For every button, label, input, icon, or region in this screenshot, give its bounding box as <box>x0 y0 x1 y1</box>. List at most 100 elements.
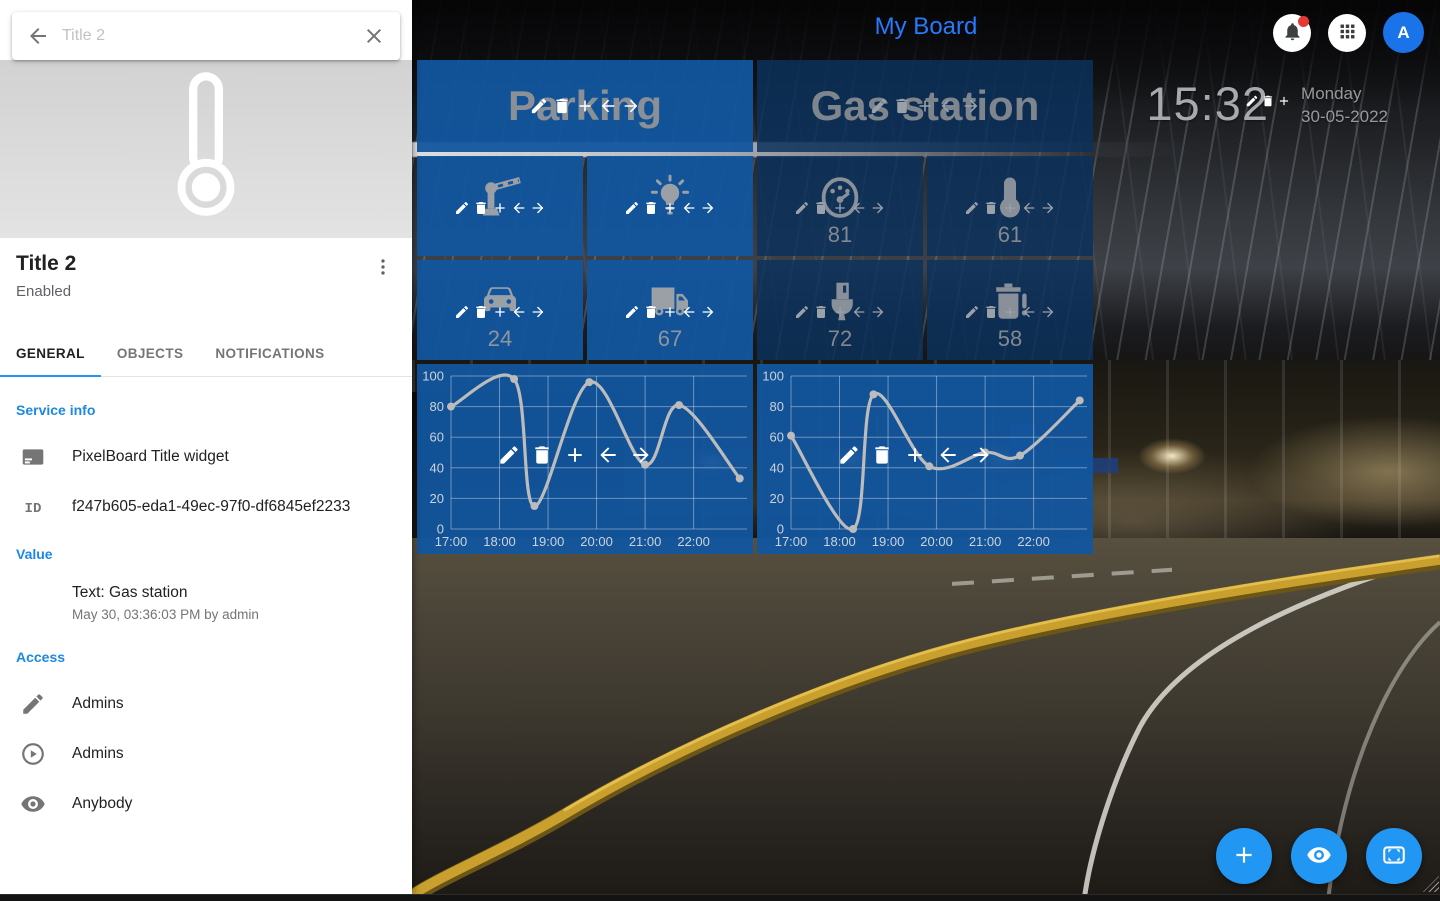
plus-icon[interactable] <box>492 200 508 216</box>
plus-icon[interactable] <box>903 444 926 467</box>
arrow-right-icon[interactable] <box>870 304 886 320</box>
arrow-right-icon[interactable] <box>530 304 546 320</box>
arrow-left-icon[interactable] <box>851 200 867 216</box>
trash-icon[interactable] <box>473 304 489 320</box>
hero-thermometer-icon <box>151 69 261 230</box>
arrow-right-icon[interactable] <box>700 304 716 320</box>
widget-status: Enabled <box>16 283 76 300</box>
plus-icon[interactable] <box>832 200 848 216</box>
pencil-icon[interactable] <box>1245 94 1259 108</box>
pencil-icon[interactable] <box>837 444 860 467</box>
title-tile-parking[interactable]: Parking <box>417 60 753 152</box>
arrow-left-icon[interactable] <box>599 97 618 116</box>
trash-icon[interactable] <box>813 200 829 216</box>
widget-tile-thermometer[interactable]: 61 <box>927 156 1093 256</box>
tab-general[interactable]: GENERAL <box>0 330 101 376</box>
widget-title: Title 2 <box>16 252 76 276</box>
close-icon[interactable] <box>362 24 386 48</box>
back-arrow-icon[interactable] <box>26 24 50 48</box>
pencil-icon[interactable] <box>870 97 889 116</box>
plus-icon[interactable] <box>576 97 595 116</box>
plus-icon[interactable] <box>916 97 935 116</box>
title-input[interactable] <box>62 27 350 45</box>
board-title[interactable]: My Board <box>875 13 978 41</box>
svg-text:20:00: 20:00 <box>920 534 953 549</box>
trash-icon[interactable] <box>983 200 999 216</box>
arrow-left-icon[interactable] <box>1021 200 1037 216</box>
trash-icon[interactable] <box>553 97 572 116</box>
plus-icon[interactable] <box>662 200 678 216</box>
arrow-left-icon[interactable] <box>936 444 959 467</box>
widget-tile-waste[interactable]: 58 <box>927 260 1093 360</box>
title-search-bar <box>12 12 400 60</box>
arrow-left-icon[interactable] <box>851 304 867 320</box>
arrow-right-icon[interactable] <box>530 200 546 216</box>
arrow-right-icon[interactable] <box>969 444 992 467</box>
preview-button[interactable] <box>1291 828 1347 884</box>
widget-tile-light[interactable] <box>587 156 753 256</box>
plus-icon[interactable] <box>832 304 848 320</box>
arrow-right-icon[interactable] <box>870 200 886 216</box>
trash-icon[interactable] <box>643 304 659 320</box>
plus-icon[interactable] <box>1277 94 1291 108</box>
more-menu-icon[interactable] <box>372 256 396 280</box>
fit-screen-button[interactable] <box>1366 828 1422 884</box>
trash-icon[interactable] <box>893 97 912 116</box>
avatar[interactable]: A <box>1383 12 1424 53</box>
widget-tile-truck[interactable]: 67 <box>587 260 753 360</box>
arrow-left-icon[interactable] <box>511 304 527 320</box>
trash-icon[interactable] <box>1261 94 1275 108</box>
arrow-right-icon[interactable] <box>962 97 981 116</box>
arrow-left-icon[interactable] <box>1021 304 1037 320</box>
pencil-icon[interactable] <box>530 97 549 116</box>
trash-icon[interactable] <box>473 200 489 216</box>
pencil-icon[interactable] <box>624 304 640 320</box>
arrow-left-icon[interactable] <box>596 444 619 467</box>
tile-controls <box>794 304 886 320</box>
arrow-left-icon[interactable] <box>681 304 697 320</box>
add-widget-button[interactable] <box>1216 828 1272 884</box>
trash-icon[interactable] <box>983 304 999 320</box>
trash-icon[interactable] <box>813 304 829 320</box>
trash-icon[interactable] <box>530 444 553 467</box>
tile-controls <box>454 304 546 320</box>
chart-tile-1[interactable]: 17:0018:0019:0020:0021:0022:000204060801… <box>417 364 753 554</box>
tile-controls <box>624 304 716 320</box>
pencil-icon[interactable] <box>794 304 810 320</box>
title-tile-gas-station[interactable]: Gas station <box>757 60 1093 152</box>
pencil-icon[interactable] <box>624 200 640 216</box>
arrow-left-icon[interactable] <box>511 200 527 216</box>
widget-tile-gauge[interactable]: 81 <box>757 156 923 256</box>
pencil-icon[interactable] <box>964 304 980 320</box>
trash-icon[interactable] <box>643 200 659 216</box>
plus-icon[interactable] <box>1002 304 1018 320</box>
notifications-button[interactable] <box>1273 14 1311 52</box>
svg-text:20: 20 <box>430 491 444 506</box>
pencil-icon[interactable] <box>454 304 470 320</box>
clock-widget[interactable]: 15:32 Monday 30-05-2022 <box>1146 80 1388 129</box>
pencil-icon[interactable] <box>454 200 470 216</box>
trash-icon[interactable] <box>870 444 893 467</box>
widget-tile-car[interactable]: 24 <box>417 260 583 360</box>
widget-tile-barrier[interactable] <box>417 156 583 256</box>
widget-tile-toilet[interactable]: 72 <box>757 260 923 360</box>
board-header: My Board A <box>412 0 1440 64</box>
plus-icon[interactable] <box>662 304 678 320</box>
pencil-icon[interactable] <box>497 444 520 467</box>
plus-icon[interactable] <box>492 304 508 320</box>
apps-button[interactable] <box>1328 14 1366 52</box>
tab-notifications[interactable]: NOTIFICATIONS <box>199 330 340 376</box>
chart-tile-2[interactable]: 17:0018:0019:0020:0021:0022:000204060801… <box>757 364 1093 554</box>
arrow-right-icon[interactable] <box>700 200 716 216</box>
pencil-icon[interactable] <box>794 200 810 216</box>
arrow-right-icon[interactable] <box>629 444 652 467</box>
plus-icon[interactable] <box>563 444 586 467</box>
pencil-icon[interactable] <box>964 200 980 216</box>
arrow-right-icon[interactable] <box>1040 200 1056 216</box>
arrow-right-icon[interactable] <box>622 97 641 116</box>
plus-icon[interactable] <box>1002 200 1018 216</box>
arrow-left-icon[interactable] <box>939 97 958 116</box>
arrow-right-icon[interactable] <box>1040 304 1056 320</box>
tab-objects[interactable]: OBJECTS <box>101 330 200 376</box>
arrow-left-icon[interactable] <box>681 200 697 216</box>
